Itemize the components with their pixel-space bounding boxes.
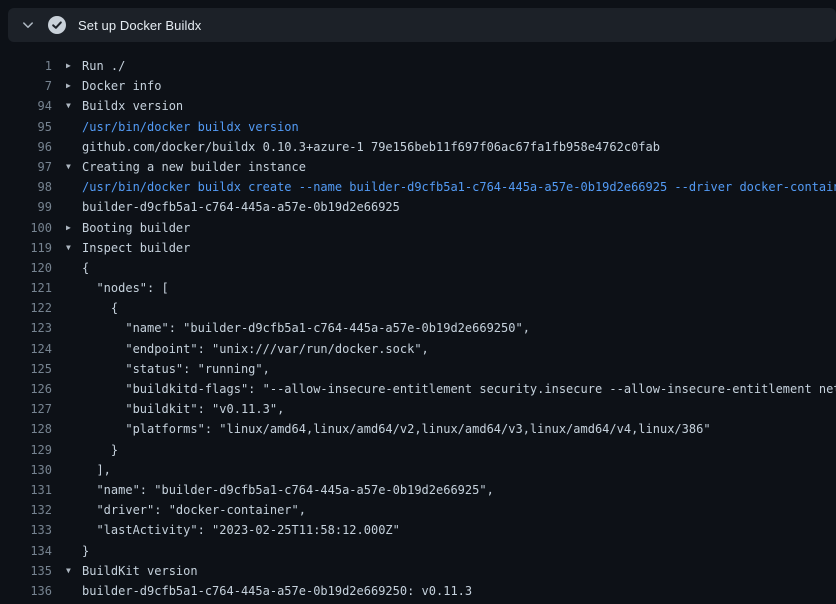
log-text: ], — [82, 460, 111, 480]
log-text: Buildx version — [82, 96, 183, 116]
line-number[interactable]: 128 — [0, 419, 52, 439]
line-number[interactable]: 125 — [0, 359, 52, 379]
log-text: "buildkitd-flags": "--allow-insecure-ent… — [82, 379, 836, 399]
line-number[interactable]: 129 — [0, 440, 52, 460]
check-circle-icon — [48, 16, 66, 34]
log-text: "driver": "docker-container", — [82, 500, 306, 520]
log-text: { — [82, 298, 118, 318]
line-number[interactable]: 100 — [0, 218, 52, 238]
triangle-down-icon[interactable]: ▼ — [66, 561, 82, 581]
log-text: builder-d9cfb5a1-c764-445a-a57e-0b19d2e6… — [82, 197, 400, 217]
line-number[interactable]: 97 — [0, 157, 52, 177]
log-group-header[interactable]: 1 ▶ Run ./ — [0, 56, 836, 76]
log-line: 96 github.com/docker/buildx 0.10.3+azure… — [0, 137, 836, 157]
log-line: 128 "platforms": "linux/amd64,linux/amd6… — [0, 419, 836, 439]
line-number[interactable]: 119 — [0, 238, 52, 258]
line-number[interactable]: 127 — [0, 399, 52, 419]
line-number[interactable]: 132 — [0, 500, 52, 520]
log-line: 134 } — [0, 541, 836, 561]
triangle-down-icon[interactable]: ▼ — [66, 157, 82, 177]
line-number[interactable]: 134 — [0, 541, 52, 561]
log-text: Run ./ — [82, 56, 125, 76]
log-line: 130 ], — [0, 460, 836, 480]
log-line: 98 /usr/bin/docker buildx create --name … — [0, 177, 836, 197]
log-line: 133 "lastActivity": "2023-02-25T11:58:12… — [0, 520, 836, 540]
log-line: 121 "nodes": [ — [0, 278, 836, 298]
log-group-header[interactable]: 97 ▼ Creating a new builder instance — [0, 157, 836, 177]
triangle-right-icon[interactable]: ▶ — [66, 76, 82, 96]
line-number[interactable]: 130 — [0, 460, 52, 480]
log-line: 132 "driver": "docker-container", — [0, 500, 836, 520]
log-group-header[interactable]: 135 ▼ BuildKit version — [0, 561, 836, 581]
log-line: 122 { — [0, 298, 836, 318]
log-text: Docker info — [82, 76, 161, 96]
log-line: 120 { — [0, 258, 836, 278]
chevron-down-icon[interactable] — [16, 13, 40, 37]
line-number[interactable]: 94 — [0, 96, 52, 116]
log-text: Creating a new builder instance — [82, 157, 306, 177]
line-number[interactable]: 95 — [0, 117, 52, 137]
log-text: /usr/bin/docker buildx create --name bui… — [82, 177, 836, 197]
log-text: } — [82, 541, 89, 561]
log-line: 124 "endpoint": "unix:///var/run/docker.… — [0, 339, 836, 359]
step-title: Set up Docker Buildx — [78, 18, 201, 33]
log-text: } — [82, 440, 118, 460]
line-number[interactable]: 121 — [0, 278, 52, 298]
log-text: github.com/docker/buildx 0.10.3+azure-1 … — [82, 137, 660, 157]
line-number[interactable]: 7 — [0, 76, 52, 96]
log-text: "lastActivity": "2023-02-25T11:58:12.000… — [82, 520, 400, 540]
line-number[interactable]: 120 — [0, 258, 52, 278]
log-line: 123 "name": "builder-d9cfb5a1-c764-445a-… — [0, 318, 836, 338]
line-number[interactable]: 135 — [0, 561, 52, 581]
log-lines: 1 ▶ Run ./ 7 ▶ Docker info 94 ▼ Buildx v… — [0, 56, 836, 601]
log-text: { — [82, 258, 89, 278]
triangle-right-icon[interactable]: ▶ — [66, 56, 82, 76]
log-line: 126 "buildkitd-flags": "--allow-insecure… — [0, 379, 836, 399]
log-text: /usr/bin/docker buildx version — [82, 117, 299, 137]
line-number[interactable]: 122 — [0, 298, 52, 318]
line-number[interactable]: 136 — [0, 581, 52, 601]
log-line: 129 } — [0, 440, 836, 460]
log-line: 131 "name": "builder-d9cfb5a1-c764-445a-… — [0, 480, 836, 500]
line-number[interactable]: 98 — [0, 177, 52, 197]
log-text: Booting builder — [82, 218, 190, 238]
log-text: "nodes": [ — [82, 278, 169, 298]
line-number[interactable]: 124 — [0, 339, 52, 359]
line-number[interactable]: 123 — [0, 318, 52, 338]
line-number[interactable]: 131 — [0, 480, 52, 500]
line-number[interactable]: 1 — [0, 56, 52, 76]
log-group-header[interactable]: 94 ▼ Buildx version — [0, 96, 836, 116]
line-number[interactable]: 126 — [0, 379, 52, 399]
log-text: "platforms": "linux/amd64,linux/amd64/v2… — [82, 419, 711, 439]
log-text: "name": "builder-d9cfb5a1-c764-445a-a57e… — [82, 318, 530, 338]
log-line: 136 builder-d9cfb5a1-c764-445a-a57e-0b19… — [0, 581, 836, 601]
log-group-header[interactable]: 119 ▼ Inspect builder — [0, 238, 836, 258]
log-line: 99 builder-d9cfb5a1-c764-445a-a57e-0b19d… — [0, 197, 836, 217]
step-header[interactable]: Set up Docker Buildx — [8, 8, 836, 42]
log-text: Inspect builder — [82, 238, 190, 258]
line-number[interactable]: 96 — [0, 137, 52, 157]
log-text: "endpoint": "unix:///var/run/docker.sock… — [82, 339, 429, 359]
log-text: builder-d9cfb5a1-c764-445a-a57e-0b19d2e6… — [82, 581, 472, 601]
triangle-down-icon[interactable]: ▼ — [66, 238, 82, 258]
line-number[interactable]: 99 — [0, 197, 52, 217]
log-text: "status": "running", — [82, 359, 270, 379]
log-text: BuildKit version — [82, 561, 198, 581]
log-line: 95 /usr/bin/docker buildx version — [0, 117, 836, 137]
triangle-down-icon[interactable]: ▼ — [66, 96, 82, 116]
log-text: "buildkit": "v0.11.3", — [82, 399, 284, 419]
log-group-header[interactable]: 100 ▶ Booting builder — [0, 218, 836, 238]
log-line: 127 "buildkit": "v0.11.3", — [0, 399, 836, 419]
line-number[interactable]: 133 — [0, 520, 52, 540]
log-text: "name": "builder-d9cfb5a1-c764-445a-a57e… — [82, 480, 494, 500]
log-line: 125 "status": "running", — [0, 359, 836, 379]
triangle-right-icon[interactable]: ▶ — [66, 218, 82, 238]
log-group-header[interactable]: 7 ▶ Docker info — [0, 76, 836, 96]
